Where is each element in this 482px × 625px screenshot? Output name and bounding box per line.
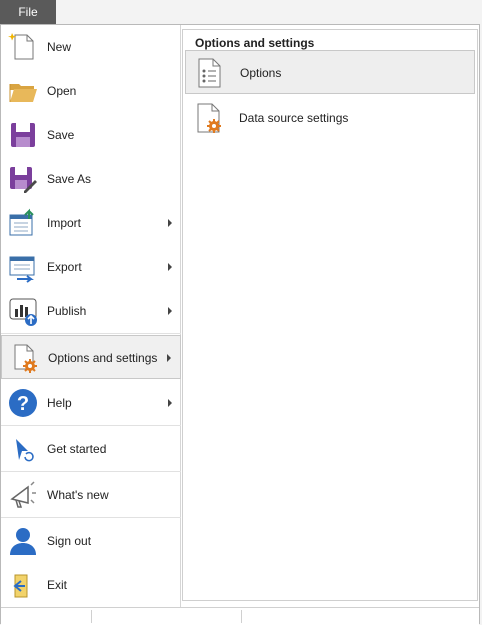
user-icon	[7, 525, 39, 557]
menu-item-label: Exit	[47, 578, 68, 592]
menu-item-new[interactable]: New	[1, 25, 181, 69]
menu-item-save[interactable]: Save	[1, 113, 181, 157]
get-started-icon	[7, 433, 39, 465]
megaphone-icon	[7, 479, 39, 511]
menu-item-get-started[interactable]: Get started	[1, 427, 181, 471]
submenu-item-options[interactable]: Options	[185, 50, 475, 94]
menu-item-label: Open	[47, 84, 77, 98]
menu-item-publish[interactable]: Publish	[1, 289, 181, 333]
title-bar: File	[0, 0, 482, 24]
submenu-arrow-icon	[167, 354, 171, 362]
divider	[1, 471, 181, 472]
submenu-arrow-icon	[168, 219, 172, 227]
menu-item-exit[interactable]: Exit	[1, 563, 181, 607]
submenu-item-label: Options	[240, 66, 282, 80]
divider	[1, 333, 181, 334]
status-divider	[91, 610, 92, 623]
menu-item-help[interactable]: ? Help	[1, 381, 181, 425]
menu-item-label: New	[47, 40, 72, 54]
menu-item-label: Import	[47, 216, 82, 230]
menu-item-save-as[interactable]: Save As	[1, 157, 181, 201]
menu-item-label: Export	[47, 260, 82, 274]
status-divider	[241, 610, 242, 623]
export-icon	[7, 251, 39, 283]
menu-item-export[interactable]: Export	[1, 245, 181, 289]
status-bar	[1, 607, 479, 625]
menu-item-whats-new[interactable]: What's new	[1, 473, 181, 517]
options-gear-icon	[8, 342, 40, 374]
menu-item-open[interactable]: Open	[1, 69, 181, 113]
publish-icon	[7, 295, 39, 327]
save-as-icon	[7, 163, 39, 195]
file-menu: New Open Save Save As Import Export Publ…	[1, 25, 181, 607]
svg-text:?: ?	[17, 393, 29, 415]
data-source-gear-icon	[195, 102, 223, 134]
save-icon	[7, 119, 39, 151]
submenu-arrow-icon	[168, 307, 172, 315]
menu-item-label: Help	[47, 396, 72, 410]
divider	[1, 517, 181, 518]
options-list-icon	[196, 57, 224, 89]
options-submenu-panel: Options and settings Options Data source…	[182, 29, 478, 601]
file-menu-window: New Open Save Save As Import Export Publ…	[0, 24, 480, 625]
help-icon: ?	[7, 387, 39, 419]
menu-item-label: What's new	[47, 488, 109, 502]
menu-item-import[interactable]: Import	[1, 201, 181, 245]
import-icon	[7, 207, 39, 239]
divider	[1, 425, 181, 426]
menu-item-label: Publish	[47, 304, 87, 318]
menu-item-label: Save As	[47, 172, 92, 186]
folder-icon	[7, 75, 39, 107]
menu-item-options-and-settings[interactable]: Options and settings	[1, 335, 181, 379]
menu-item-sign-out[interactable]: Sign out	[1, 519, 181, 563]
menu-item-label: Sign out	[47, 534, 92, 548]
exit-icon	[7, 569, 39, 601]
menu-item-label: Get started	[47, 442, 107, 456]
submenu-arrow-icon	[168, 399, 172, 407]
menu-item-label: Options and settings	[48, 351, 158, 365]
menu-item-label: Save	[47, 128, 75, 142]
new-icon	[7, 31, 39, 63]
submenu-item-data-source-settings[interactable]: Data source settings	[185, 96, 475, 140]
submenu-title: Options and settings	[195, 36, 315, 50]
submenu-arrow-icon	[168, 263, 172, 271]
submenu-item-label: Data source settings	[239, 111, 349, 125]
file-tab[interactable]: File	[0, 0, 56, 24]
